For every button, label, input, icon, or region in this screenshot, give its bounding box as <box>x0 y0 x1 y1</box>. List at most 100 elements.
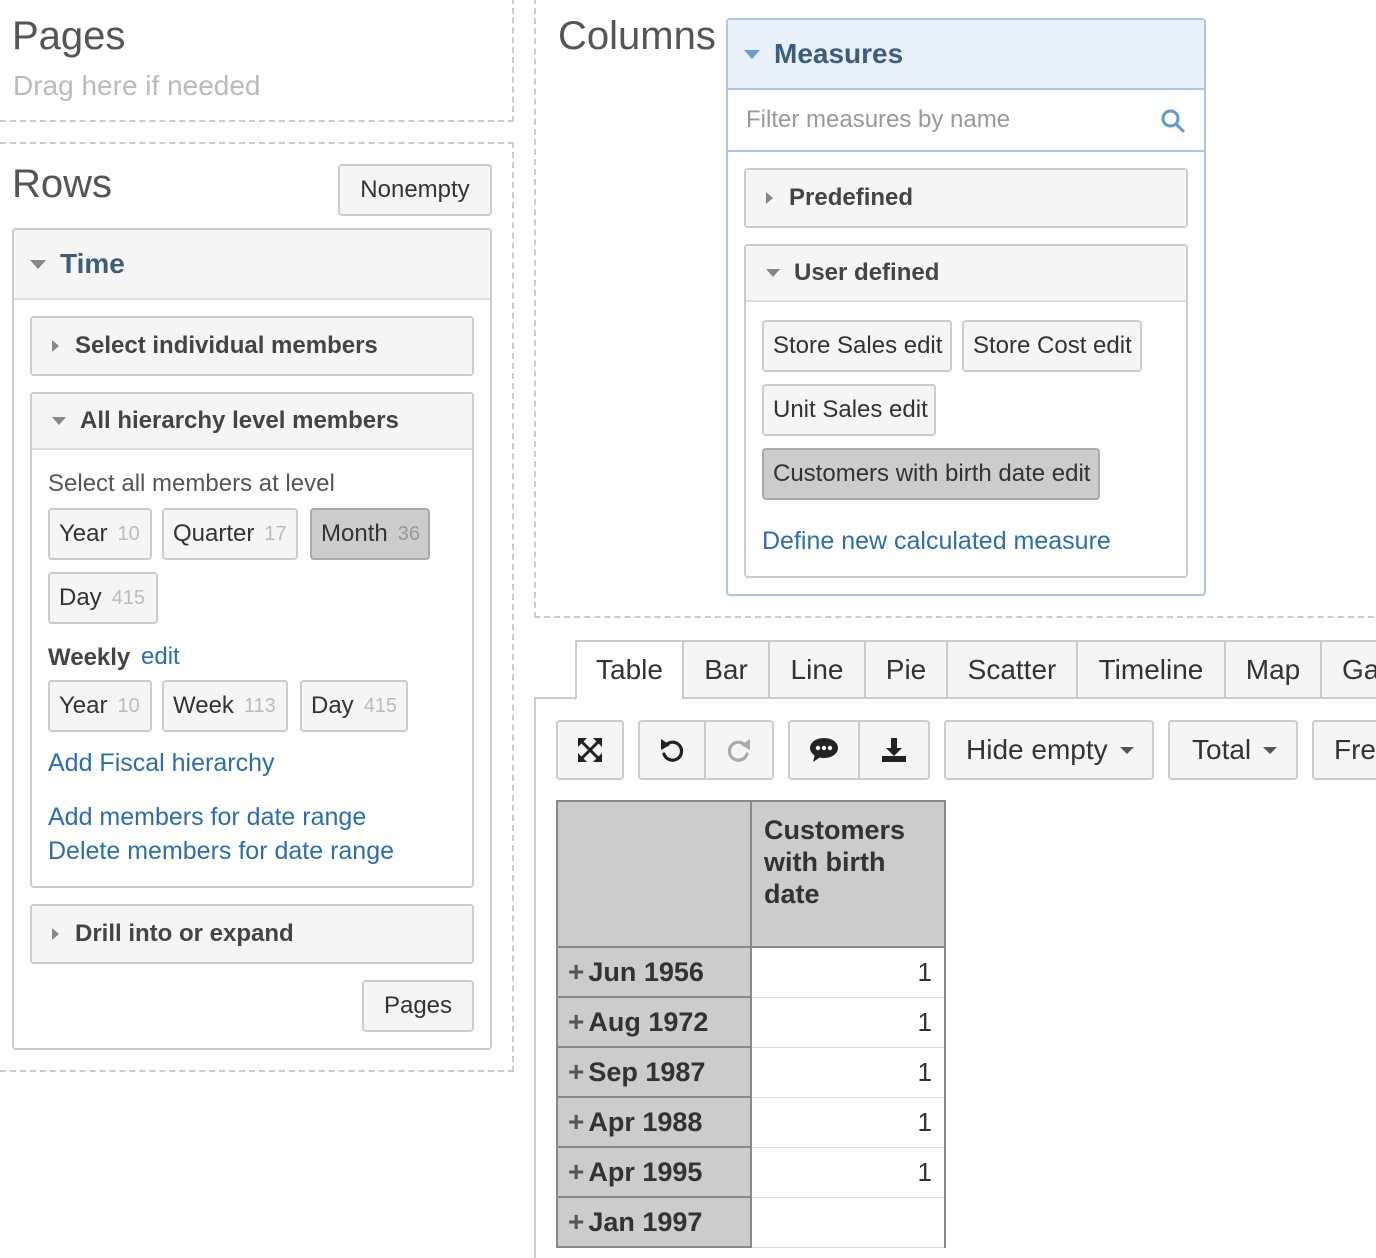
level-label: Week <box>173 692 234 719</box>
measure-unit-sales-button[interactable]: Unit Sales edit <box>762 384 936 436</box>
pages-drop-zone[interactable]: Pages Drag here if needed <box>0 0 514 122</box>
expand-plus-icon[interactable]: + <box>568 1056 584 1087</box>
drill-into-expand-label: Drill into or expand <box>75 920 294 947</box>
chevron-down-icon <box>52 417 66 425</box>
weekly-level-year-button[interactable]: Year 10 <box>48 680 152 732</box>
row-header[interactable]: + Sep 1987 <box>556 1046 752 1098</box>
row-header[interactable]: + Apr 1995 <box>556 1146 752 1198</box>
total-label: Total <box>1192 734 1252 765</box>
time-panel-header[interactable]: Time <box>14 230 490 300</box>
value-cell: 1 <box>751 946 946 998</box>
freeze-button[interactable]: Fre <box>1312 720 1376 780</box>
level-quarter-button[interactable]: Quarter 17 <box>162 508 298 560</box>
tab-timeline[interactable]: Timeline <box>1076 640 1226 699</box>
level-year-button[interactable]: Year 10 <box>48 508 152 560</box>
hide-empty-label: Hide empty <box>966 734 1108 765</box>
columns-title: Columns <box>558 14 716 58</box>
expand-plus-icon[interactable]: + <box>568 956 584 987</box>
tab-line[interactable]: Line <box>768 640 866 699</box>
tab-pie[interactable]: Pie <box>864 640 948 699</box>
expand-plus-icon[interactable]: + <box>568 1206 584 1237</box>
table-row: + Apr 1995 1 <box>556 1146 946 1198</box>
row-header[interactable]: + Jun 1956 <box>556 946 752 998</box>
pivot-table: Customers with birth date + Jun 1956 1 + A… <box>556 800 946 1248</box>
drill-into-expand-section[interactable]: Drill into or expand <box>30 904 474 964</box>
add-fiscal-hierarchy-link[interactable]: Add Fiscal hierarchy <box>48 749 274 778</box>
level-day-button[interactable]: Day 415 <box>48 572 158 624</box>
value-cell: 1 <box>751 1096 946 1148</box>
freeze-label: Fre <box>1334 734 1376 765</box>
hide-empty-dropdown[interactable]: Hide empty <box>944 720 1154 780</box>
define-new-calculated-measure-link[interactable]: Define new calculated measure <box>762 527 1111 556</box>
user-defined-label: User defined <box>794 259 940 286</box>
measure-store-sales-button[interactable]: Store Sales edit <box>762 320 952 372</box>
predefined-label: Predefined <box>789 184 914 211</box>
weekly-edit-link[interactable]: edit <box>141 643 180 671</box>
row-label: Jan 1997 <box>588 1207 703 1237</box>
table-row: + Apr 1988 1 <box>556 1096 946 1148</box>
row-label: Aug 1972 <box>588 1007 709 1037</box>
expand-plus-icon[interactable]: + <box>568 1156 584 1187</box>
measure-store-cost-button[interactable]: Store Cost edit <box>962 320 1142 372</box>
comment-button[interactable] <box>790 722 860 778</box>
row-header[interactable]: + Jan 1997 <box>556 1196 752 1248</box>
expand-plus-icon[interactable]: + <box>568 1106 584 1137</box>
level-label: Month <box>321 520 388 547</box>
row-label: Apr 1995 <box>588 1157 703 1187</box>
table-header-row: Customers with birth date <box>556 800 946 948</box>
row-header[interactable]: + Apr 1988 <box>556 1096 752 1148</box>
weekly-level-day-button[interactable]: Day 415 <box>300 680 408 732</box>
time-panel-title: Time <box>60 248 125 279</box>
weekly-level-week-button[interactable]: Week 113 <box>162 680 288 732</box>
expand-plus-icon[interactable]: + <box>568 1006 584 1037</box>
pages-hint: Drag here if needed <box>13 70 261 101</box>
level-label: Day <box>311 692 354 719</box>
measures-filter <box>728 90 1204 152</box>
row-label: Jun 1956 <box>588 957 704 987</box>
tab-map[interactable]: Map <box>1224 640 1322 699</box>
row-header[interactable]: + Aug 1972 <box>556 996 752 1048</box>
undo-button[interactable] <box>640 722 706 778</box>
value-cell: 1 <box>751 996 946 1048</box>
redo-icon <box>727 739 750 762</box>
tab-bar[interactable]: Bar <box>682 640 770 699</box>
level-count: 415 <box>111 586 146 609</box>
fullscreen-button[interactable] <box>556 720 624 780</box>
pages-button[interactable]: Pages <box>362 980 474 1032</box>
level-label: Year <box>59 692 108 719</box>
total-dropdown[interactable]: Total <box>1168 720 1298 780</box>
table-row: + Sep 1987 1 <box>556 1046 946 1098</box>
predefined-section[interactable]: Predefined <box>744 168 1188 228</box>
select-individual-members-label: Select individual members <box>75 332 378 359</box>
redo-button[interactable] <box>706 722 772 778</box>
measure-customers-birth-date-button[interactable]: Customers with birth date edit <box>762 448 1100 500</box>
search-icon[interactable] <box>1160 108 1186 134</box>
level-month-button[interactable]: Month 36 <box>310 508 430 560</box>
user-defined-header[interactable]: User defined <box>746 246 1186 302</box>
corner-header-cell <box>556 800 752 948</box>
select-individual-members-section[interactable]: Select individual members <box>30 316 474 376</box>
level-count: 36 <box>397 522 420 545</box>
measure-header-cell[interactable]: Customers with birth date <box>750 800 946 948</box>
delete-members-date-range-link[interactable]: Delete members for date range <box>48 837 394 866</box>
pages-title: Pages <box>12 14 126 58</box>
export-button[interactable] <box>860 722 928 778</box>
tab-scatter[interactable]: Scatter <box>946 640 1078 699</box>
tab-table[interactable]: Table <box>575 640 684 700</box>
measures-title: Measures <box>774 38 904 69</box>
comment-export-group <box>788 720 930 780</box>
nonempty-button[interactable]: Nonempty <box>338 164 492 216</box>
level-label: Quarter <box>173 520 255 547</box>
row-label: Sep 1987 <box>588 1057 706 1087</box>
chevron-right-icon <box>766 192 773 204</box>
weekly-hierarchy-label: Weekly <box>48 644 131 671</box>
add-members-date-range-link[interactable]: Add members for date range <box>48 803 366 832</box>
level-label: Year <box>59 520 108 547</box>
chevron-down-icon <box>1263 746 1278 754</box>
level-count: 10 <box>117 694 140 717</box>
all-hierarchy-level-members-header[interactable]: All hierarchy level members <box>32 394 472 450</box>
measures-header[interactable]: Measures <box>728 20 1204 90</box>
filter-measures-input[interactable] <box>744 105 1144 135</box>
expand-icon <box>578 738 602 762</box>
tab-gauge[interactable]: Ga <box>1320 640 1376 699</box>
